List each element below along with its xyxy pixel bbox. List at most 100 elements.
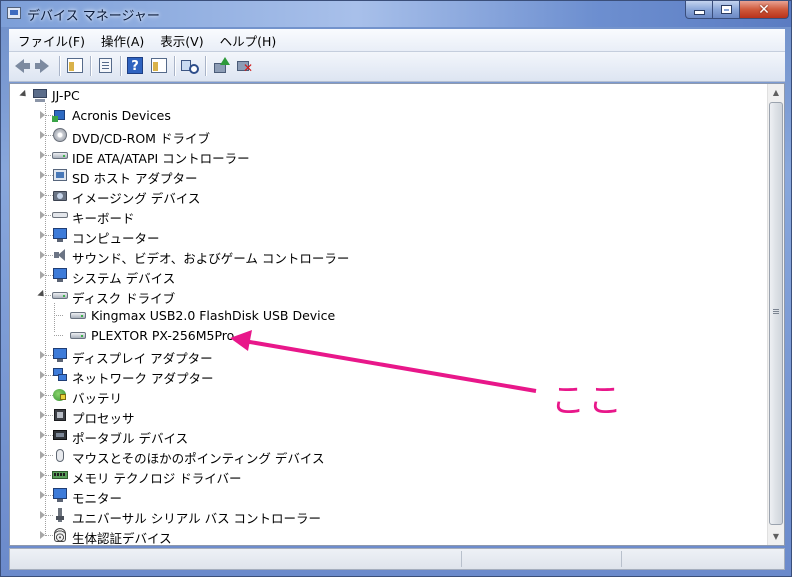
- disc-icon: [52, 127, 68, 143]
- scroll-down-button[interactable]: ▼: [768, 528, 784, 545]
- tree-category-label: マウスとそのほかのポインティング デバイス: [72, 451, 325, 466]
- tree-category-label: プロセッサ: [72, 411, 135, 426]
- uninstall-device-icon: [236, 58, 253, 75]
- console-tree-button[interactable]: [66, 57, 84, 75]
- collapse-icon[interactable]: [19, 89, 29, 100]
- help-button[interactable]: ?: [126, 57, 144, 75]
- toolbar-separator: [90, 56, 91, 76]
- tree-category-label: Acronis Devices: [72, 108, 171, 123]
- expand-icon[interactable]: [40, 471, 45, 479]
- tree-category-label: ユニバーサル シリアル バス コントローラー: [72, 511, 322, 526]
- maximize-button[interactable]: [712, 1, 740, 19]
- speaker-icon: [52, 247, 68, 263]
- menu-help[interactable]: ヘルプ(H): [213, 31, 284, 50]
- toolbar-separator: [205, 56, 206, 76]
- help-icon: ?: [127, 57, 143, 74]
- expand-icon[interactable]: [40, 411, 45, 419]
- expand-icon[interactable]: [40, 231, 45, 239]
- keyboard-icon: [52, 207, 68, 223]
- scroll-up-button[interactable]: ▲: [768, 84, 784, 101]
- expand-icon[interactable]: [40, 151, 45, 159]
- expand-icon[interactable]: [40, 271, 45, 279]
- update-driver-icon: [213, 57, 230, 74]
- fingerprint-icon: [52, 527, 68, 543]
- expand-icon[interactable]: [40, 451, 45, 459]
- expand-icon[interactable]: [40, 491, 45, 499]
- network-icon: [52, 367, 68, 383]
- scan-hardware-icon: [180, 58, 199, 74]
- action-pane-icon: [151, 58, 167, 73]
- forward-button[interactable]: [34, 57, 52, 75]
- cpu-icon: [52, 407, 68, 423]
- device-tree-panel: JJ-PC Acronis Devices DVD/CD-ROM ドライブ IDE …: [9, 83, 785, 546]
- menu-file[interactable]: ファイル(F): [11, 31, 92, 50]
- tree-category-label: コンピューター: [72, 231, 160, 246]
- update-driver-button[interactable]: [212, 57, 230, 75]
- drive-icon: [52, 287, 68, 303]
- drive-icon: [70, 327, 86, 343]
- tree-category-label: バッテリ: [72, 391, 123, 406]
- menu-action[interactable]: 操作(A): [94, 31, 151, 50]
- tree-category-label: システム デバイス: [72, 271, 176, 286]
- tree-category-label: モニター: [72, 491, 123, 506]
- portable-icon: [52, 427, 68, 443]
- status-pane: [10, 551, 462, 567]
- tree-connector-line: [45, 103, 46, 536]
- tree-category-label: イメージング デバイス: [72, 191, 201, 206]
- expand-icon[interactable]: [40, 111, 45, 119]
- status-pane: [462, 551, 622, 567]
- scan-hardware-button[interactable]: [180, 57, 199, 75]
- camera-icon: [52, 187, 68, 203]
- expand-icon[interactable]: [40, 211, 45, 219]
- uninstall-device-button[interactable]: [235, 57, 253, 75]
- action-pane-button[interactable]: [150, 57, 168, 75]
- tree-category-label: サウンド、ビデオ、およびゲーム コントローラー: [72, 251, 350, 266]
- tree-device-label: PLEXTOR PX-256M5Pro: [91, 328, 235, 343]
- close-button[interactable]: ✕: [739, 1, 789, 19]
- tree-category-label: SD ホスト アダプター: [72, 171, 198, 186]
- expand-icon[interactable]: [40, 431, 45, 439]
- card-icon: [52, 167, 68, 183]
- usb-icon: [52, 507, 68, 523]
- tree-category-label: ディスク ドライブ: [72, 291, 176, 306]
- device-manager-window: デバイス マネージャー ✕ ファイル(F) 操作(A) 表示(V) ヘルプ(H)…: [0, 0, 792, 577]
- tree-connector-line: [54, 303, 55, 333]
- expand-icon[interactable]: [40, 251, 45, 259]
- monitor-icon: [52, 227, 68, 243]
- mouse-icon: [52, 447, 68, 463]
- toolbar-separator: [174, 56, 175, 76]
- tree-category-label: 生体認証デバイス: [72, 531, 172, 546]
- properties-button[interactable]: [97, 57, 115, 75]
- tree-category-label: メモリ テクノロジ ドライバー: [72, 471, 242, 486]
- title-bar[interactable]: デバイス マネージャー: [1, 1, 791, 27]
- scroll-thumb[interactable]: [769, 102, 783, 525]
- tree-category-label: IDE ATA/ATAPI コントローラー: [72, 151, 250, 166]
- expand-icon[interactable]: [40, 351, 45, 359]
- back-button[interactable]: [13, 57, 31, 75]
- expand-icon[interactable]: [40, 511, 45, 519]
- tree-category-label: ネットワーク アダプター: [72, 371, 214, 386]
- expand-icon[interactable]: [40, 371, 45, 379]
- monitor-icon: [52, 347, 68, 363]
- status-bar: [9, 548, 785, 570]
- tree-device-label: Kingmax USB2.0 FlashDisk USB Device: [91, 308, 336, 323]
- close-icon: ✕: [758, 1, 770, 18]
- tree-category-label: DVD/CD-ROM ドライブ: [72, 131, 210, 146]
- minimize-icon: [694, 11, 704, 14]
- expand-icon[interactable]: [40, 131, 45, 139]
- vertical-scrollbar[interactable]: ▲ ▼: [767, 84, 784, 545]
- expand-icon[interactable]: [40, 191, 45, 199]
- maximize-icon: [721, 6, 731, 13]
- expand-icon[interactable]: [40, 171, 45, 179]
- computer-icon: [32, 87, 48, 103]
- menu-view[interactable]: 表示(V): [153, 31, 210, 50]
- minimize-button[interactable]: [685, 1, 713, 19]
- drive-icon: [52, 147, 68, 163]
- battery-icon: [52, 387, 68, 403]
- annotation-text: ここ: [551, 381, 625, 421]
- expand-icon[interactable]: [40, 531, 45, 539]
- toolbar-separator: [59, 56, 60, 76]
- toolbar-separator: [120, 56, 121, 76]
- properties-icon: [99, 58, 112, 73]
- expand-icon[interactable]: [40, 391, 45, 399]
